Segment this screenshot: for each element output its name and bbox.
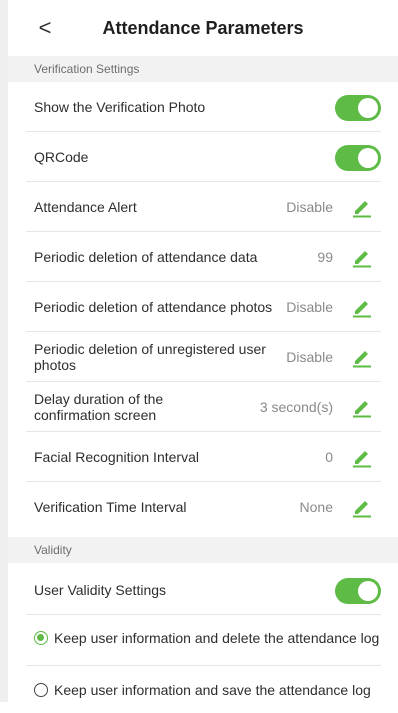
radio-button-checked[interactable]: [34, 631, 48, 645]
app-header: < Attendance Parameters: [8, 0, 398, 56]
row-value: Disable: [286, 348, 333, 365]
row-value: Disable: [286, 198, 333, 215]
user-validity-toggle[interactable]: [335, 578, 381, 604]
row-value: 3 second(s): [259, 398, 333, 415]
user-validity-settings-row[interactable]: User Validity Settings: [26, 565, 381, 615]
qrcode-row[interactable]: QRCode: [26, 132, 381, 182]
pencil-icon[interactable]: [351, 496, 373, 518]
radio-label: Keep user information and save the atten…: [54, 682, 371, 698]
page-title: Attendance Parameters: [102, 18, 304, 38]
row-label: User Validity Settings: [34, 581, 167, 598]
left-edge-divider: [0, 0, 8, 702]
show-verification-photo-toggle[interactable]: [335, 95, 381, 121]
periodic-deletion-unregistered-row[interactable]: Periodic deletion of unregistered user p…: [26, 332, 381, 382]
pencil-icon[interactable]: [351, 296, 373, 318]
row-label: Periodic deletion of attendance data: [34, 248, 258, 265]
row-label: Show the Verification Photo: [34, 98, 206, 115]
row-label: Verification Time Interval: [34, 499, 187, 515]
section-header-validity: Validity: [8, 537, 398, 563]
row-value: 0: [325, 448, 333, 465]
toggle-knob: [358, 581, 378, 601]
delay-duration-row[interactable]: Delay duration of the confirmation scree…: [26, 382, 381, 432]
pencil-icon[interactable]: [351, 396, 373, 418]
pencil-icon[interactable]: [351, 246, 373, 268]
row-value: 99: [317, 248, 333, 265]
row-value: None: [299, 499, 333, 515]
radio-label: Keep user information and delete the att…: [54, 630, 380, 646]
facial-recognition-interval-row[interactable]: Facial Recognition Interval 0: [26, 432, 381, 482]
qrcode-toggle[interactable]: [335, 145, 381, 171]
row-label: QRCode: [34, 148, 89, 165]
periodic-deletion-data-row[interactable]: Periodic deletion of attendance data 99: [26, 232, 381, 282]
row-label: Periodic deletion of unregistered user p…: [34, 340, 266, 373]
row-label: Facial Recognition Interval: [34, 448, 199, 465]
option-save-log[interactable]: Keep user information and save the atten…: [26, 667, 398, 713]
option-delete-log[interactable]: Keep user information and delete the att…: [26, 615, 398, 661]
verification-time-interval-row[interactable]: Verification Time Interval None: [26, 482, 381, 532]
section-header-verification: Verification Settings: [8, 56, 398, 82]
pencil-icon[interactable]: [351, 346, 373, 368]
pencil-icon[interactable]: [351, 446, 373, 468]
radio-button[interactable]: [34, 683, 48, 697]
row-label: Delay duration of the confirmation scree…: [34, 390, 164, 423]
toggle-knob: [358, 98, 378, 118]
row-value: Disable: [286, 298, 333, 315]
attendance-alert-row[interactable]: Attendance Alert Disable: [26, 182, 381, 232]
row-label: Attendance Alert: [34, 198, 137, 215]
toggle-knob: [358, 148, 378, 168]
row-label: Periodic deletion of attendance photos: [34, 298, 273, 315]
pencil-icon[interactable]: [351, 196, 373, 218]
periodic-deletion-photos-row[interactable]: Periodic deletion of attendance photos D…: [26, 282, 381, 332]
show-verification-photo-row[interactable]: Show the Verification Photo: [26, 82, 381, 132]
divider: [26, 665, 381, 666]
